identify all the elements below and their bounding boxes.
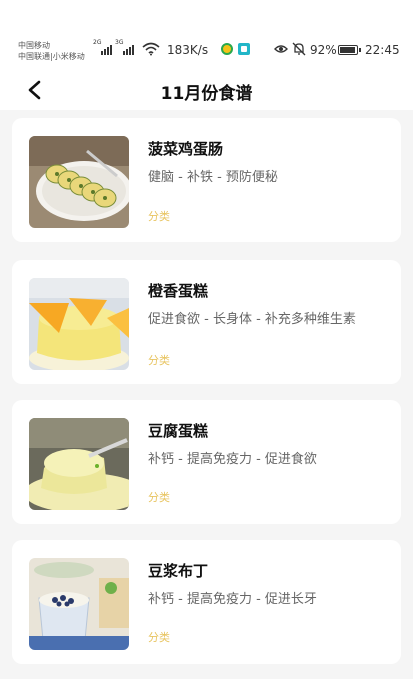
soymilk-pudding-photo: [29, 558, 129, 650]
recipe-card[interactable]: 菠菜鸡蛋肠 健脑 - 补铁 - 预防便秘 分类: [12, 118, 401, 242]
battery-icon: [338, 45, 361, 55]
net-speed: 183K/s: [167, 43, 209, 57]
battery-percent: 92%: [310, 43, 337, 57]
app-notification-icon: [238, 43, 250, 55]
eye-icon: [274, 45, 288, 53]
signal-2-tag: 3G: [115, 39, 124, 46]
status-bar: 中国移动 中国联通|小米移动 2G 3G 183K/s 92% 22:45: [0, 0, 413, 70]
recipe-title: 橙香蛋糕: [148, 282, 209, 300]
carrier-2: 中国联通|小米移动: [18, 52, 85, 61]
nav-bar: 11月份食谱: [0, 70, 413, 110]
clock: 22:45: [365, 43, 400, 57]
carrier-names: 中国移动 中国联通|小米移动: [18, 40, 85, 62]
signal-1-tag: 2G: [93, 39, 102, 46]
signal-strength-icon: 2G: [93, 39, 112, 55]
mute-bell-icon: [292, 42, 306, 56]
signal-strength-icon: 3G: [115, 39, 134, 55]
category-label[interactable]: 分类: [148, 489, 170, 505]
spinach-egg-roll-photo: [29, 136, 129, 228]
recipe-benefits: 促进食欲 - 长身体 - 补充多种维生素: [148, 312, 356, 327]
wifi-icon: [142, 42, 160, 56]
orange-cake-photo: [29, 278, 129, 370]
recipe-card[interactable]: 豆浆布丁 补钙 - 提高免疫力 - 促进长牙 分类: [12, 540, 401, 664]
recipe-benefits: 健脑 - 补铁 - 预防便秘: [148, 170, 278, 185]
recipe-title: 豆腐蛋糕: [148, 422, 209, 440]
recipe-card[interactable]: 橙香蛋糕 促进食欲 - 长身体 - 补充多种维生素 分类: [12, 260, 401, 384]
category-label[interactable]: 分类: [148, 208, 170, 224]
recipe-title: 菠菜鸡蛋肠: [148, 140, 224, 158]
tofu-cake-photo: [29, 418, 129, 510]
category-label[interactable]: 分类: [148, 352, 170, 368]
recipe-title: 豆浆布丁: [148, 562, 209, 580]
signal-icons: 2G 3G: [93, 39, 134, 55]
recipe-benefits: 补钙 - 提高免疫力 - 促进食欲: [148, 452, 317, 467]
page-title: 11月份食谱: [160, 84, 253, 104]
carrier-1: 中国移动: [18, 41, 50, 50]
category-label[interactable]: 分类: [148, 629, 170, 645]
recipe-benefits: 补钙 - 提高免疫力 - 促进长牙: [148, 592, 317, 607]
recipe-card[interactable]: 豆腐蛋糕 补钙 - 提高免疫力 - 促进食欲 分类: [12, 400, 401, 524]
app-notification-icon: [221, 43, 233, 55]
